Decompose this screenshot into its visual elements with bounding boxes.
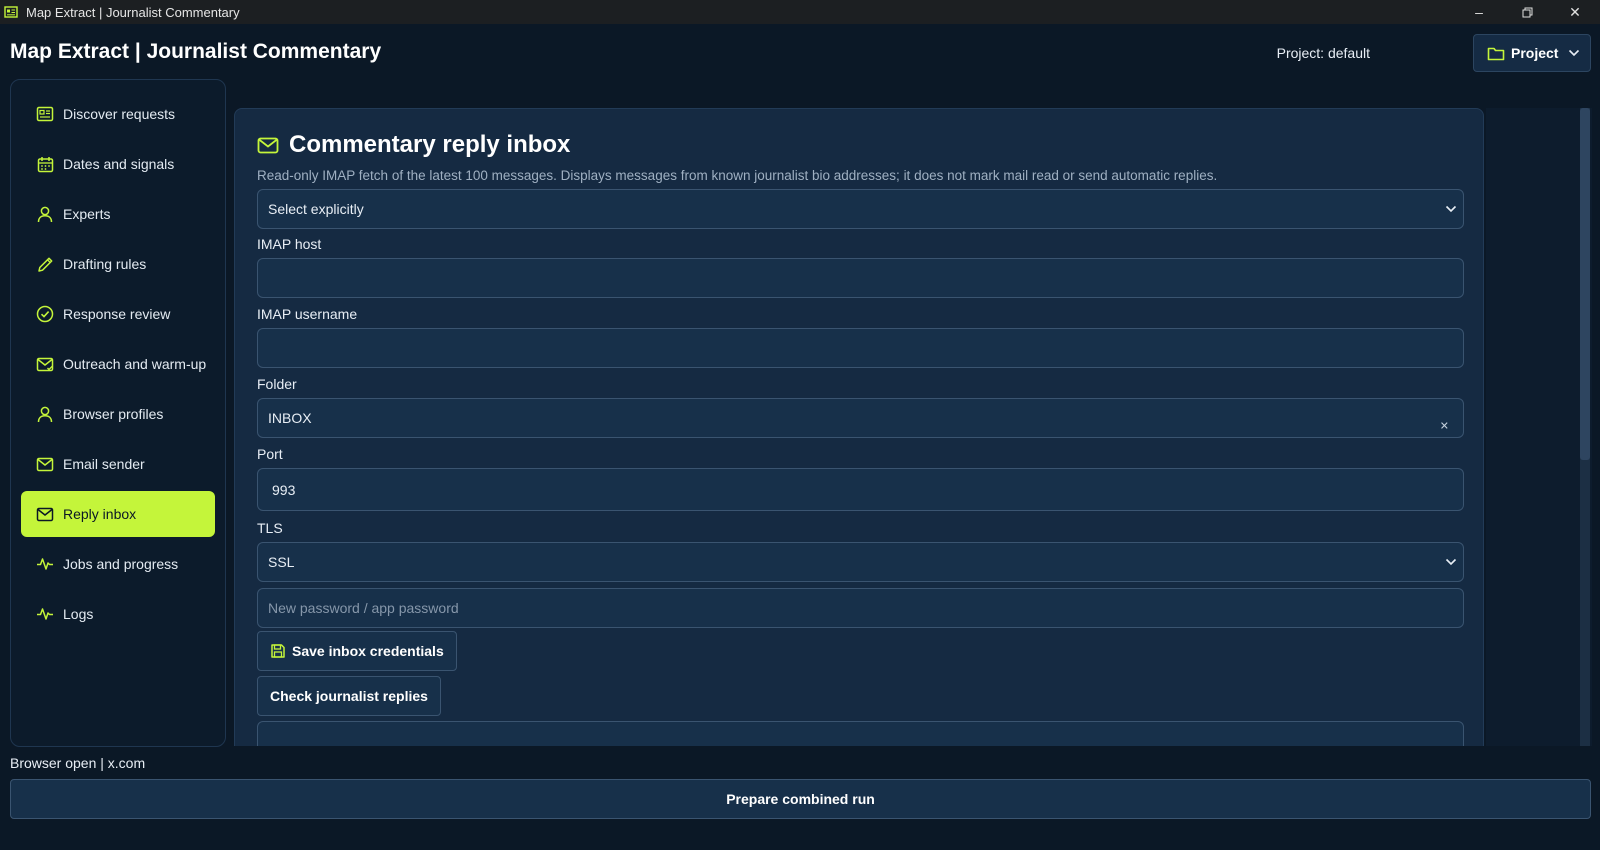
user-icon [36, 405, 54, 423]
window-title: Map Extract | Journalist Commentary [26, 4, 240, 20]
account-select[interactable]: Select explicitly [257, 189, 1464, 229]
sidebar-item-outreach-and-warm-up[interactable]: Outreach and warm-up [21, 341, 215, 387]
save-credentials-button[interactable]: Save inbox credentials [257, 631, 457, 671]
app-logo-icon [4, 5, 18, 19]
check-replies-label: Check journalist replies [270, 688, 428, 704]
chevron-down-icon [1445, 205, 1457, 213]
sidebar-item-email-sender[interactable]: Email sender [21, 441, 215, 487]
check-circle-icon [36, 305, 54, 323]
sidebar-item-label: Browser profiles [63, 406, 164, 422]
reply-inbox-panel: Commentary reply inbox Read-only IMAP fe… [234, 108, 1484, 746]
sidebar: Discover requests Dates and signals Expert… [10, 79, 226, 747]
main-content: Commentary reply inbox Read-only IMAP fe… [234, 108, 1592, 746]
password-placeholder: New password / app password [268, 600, 459, 616]
sidebar-item-drafting-rules[interactable]: Drafting rules [21, 241, 215, 287]
sidebar-item-reply-inbox[interactable]: Reply inbox [21, 491, 215, 537]
window-titlebar: Map Extract | Journalist Commentary – ✕ [0, 0, 1600, 24]
pencil-icon [36, 255, 54, 273]
panel-title: Commentary reply inbox [257, 131, 570, 159]
imap-host-label: IMAP host [257, 236, 322, 252]
project-label: Project: default [1276, 45, 1370, 61]
port-input[interactable]: 993 [257, 468, 1464, 511]
sidebar-item-label: Drafting rules [63, 256, 147, 272]
panel-description: Read-only IMAP fetch of the latest 100 m… [257, 168, 1218, 183]
app-title: Map Extract | Journalist Commentary [10, 40, 382, 63]
port-label: Port [257, 446, 283, 462]
sidebar-item-label: Discover requests [63, 106, 176, 122]
calendar-icon [36, 155, 54, 173]
sidebar-item-discover-requests[interactable]: Discover requests [21, 91, 215, 137]
activity-icon [36, 605, 54, 623]
sidebar-item-label: Outreach and warm-up [63, 356, 207, 372]
restore-icon[interactable] [1504, 0, 1550, 24]
save-icon [270, 643, 286, 659]
mail-check-icon [36, 355, 54, 373]
sidebar-item-label: Jobs and progress [63, 556, 179, 572]
account-select-value: Select explicitly [268, 201, 364, 217]
sidebar-item-experts[interactable]: Experts [21, 191, 215, 237]
prepare-combined-run-label: Prepare combined run [726, 791, 875, 807]
folder-icon [1487, 46, 1505, 61]
newspaper-icon [36, 105, 54, 123]
sidebar-item-browser-profiles[interactable]: Browser profiles [21, 391, 215, 437]
activity-icon [36, 555, 54, 573]
sidebar-item-label: Logs [63, 606, 94, 622]
scrollbar-thumb[interactable] [1580, 108, 1590, 460]
clear-icon[interactable]: ✕ [1440, 419, 1449, 432]
mail-icon [257, 137, 279, 154]
project-button-label: Project [1511, 45, 1559, 61]
tls-value: SSL [268, 554, 295, 570]
panel-title-text: Commentary reply inbox [289, 131, 571, 158]
user-icon [36, 205, 54, 223]
scrollbar[interactable] [1580, 108, 1590, 746]
sidebar-item-label: Reply inbox [63, 506, 137, 522]
minimize-icon[interactable]: – [1456, 0, 1502, 24]
folder-input[interactable]: INBOX ✕ [257, 398, 1464, 438]
save-credentials-label: Save inbox credentials [292, 643, 444, 659]
replies-results-box [257, 721, 1464, 746]
prepare-combined-run-button[interactable]: Prepare combined run [10, 779, 1591, 819]
imap-username-label: IMAP username [257, 306, 358, 322]
tls-label: TLS [257, 520, 283, 536]
port-value: 993 [272, 481, 296, 498]
close-icon[interactable]: ✕ [1552, 0, 1598, 24]
sidebar-item-label: Email sender [63, 456, 145, 472]
project-button[interactable]: Project [1473, 34, 1591, 72]
status-text: Browser open | x.com [10, 755, 146, 771]
panel-gutter [1486, 108, 1592, 746]
folder-value: INBOX [268, 410, 312, 426]
sidebar-item-response-review[interactable]: Response review [21, 291, 215, 337]
sidebar-item-dates-and-signals[interactable]: Dates and signals [21, 141, 215, 187]
imap-username-input[interactable] [257, 328, 1464, 368]
mail-icon [36, 505, 54, 523]
chevron-down-icon [1445, 558, 1457, 566]
chevron-down-icon[interactable] [1568, 49, 1580, 57]
tls-select[interactable]: SSL [257, 542, 1464, 582]
mail-icon [36, 455, 54, 473]
password-input[interactable]: New password / app password [257, 588, 1464, 628]
imap-host-input[interactable] [257, 258, 1464, 298]
sidebar-item-label: Dates and signals [63, 156, 175, 172]
sidebar-item-label: Response review [63, 306, 171, 322]
sidebar-item-logs[interactable]: Logs [21, 591, 215, 637]
folder-label: Folder [257, 376, 297, 392]
sidebar-item-label: Experts [63, 206, 111, 222]
sidebar-item-jobs-and-progress[interactable]: Jobs and progress [21, 541, 215, 587]
check-replies-button[interactable]: Check journalist replies [257, 676, 441, 716]
